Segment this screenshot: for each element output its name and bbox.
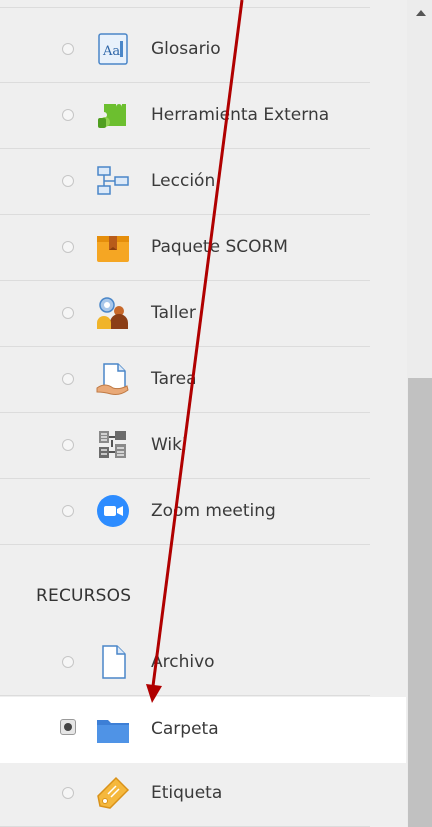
svg-text:Aa: Aa	[102, 44, 120, 59]
option-label: Lección	[151, 171, 216, 191]
file-icon	[102, 645, 126, 679]
wiki-icon	[99, 431, 126, 458]
resources-heading: RECURSOS	[36, 586, 132, 606]
radio-etiqueta[interactable]	[62, 787, 74, 799]
assignment-icon	[96, 363, 129, 395]
option-paquete-scorm[interactable]: Paquete SCORM	[0, 215, 370, 281]
option-label: Etiqueta	[151, 783, 223, 803]
option-carpeta[interactable]: Carpeta	[0, 697, 406, 763]
option-leccion[interactable]: Lección	[0, 149, 370, 215]
option-label: Taller	[151, 303, 196, 323]
scroll-up-arrow-icon[interactable]	[416, 10, 426, 16]
zoom-icon	[97, 495, 129, 527]
workshop-icon	[97, 297, 128, 329]
folder-icon	[97, 720, 129, 743]
option-archivo[interactable]: Archivo	[0, 630, 370, 696]
option-tarea[interactable]: Tarea	[0, 347, 370, 413]
option-glosario[interactable]: Aa Glosario	[0, 17, 370, 83]
option-label: Paquete SCORM	[151, 237, 288, 257]
radio-leccion[interactable]	[62, 175, 74, 187]
option-wiki[interactable]: Wiki	[0, 413, 370, 479]
option-label: Tarea	[151, 369, 197, 389]
list-top-divider	[0, 0, 370, 8]
label-tag-icon	[97, 776, 130, 809]
radio-herramienta-externa[interactable]	[62, 109, 74, 121]
radio-tarea[interactable]	[62, 373, 74, 385]
radio-zoom-meeting[interactable]	[62, 505, 74, 517]
option-herramienta-externa[interactable]: Herramienta Externa	[0, 83, 370, 149]
option-etiqueta[interactable]: Etiqueta	[0, 761, 370, 827]
option-label: Herramienta Externa	[151, 105, 330, 125]
radio-glosario[interactable]	[62, 43, 74, 55]
radio-taller[interactable]	[62, 307, 74, 319]
option-taller[interactable]: Taller	[0, 281, 370, 347]
option-label: Carpeta	[151, 719, 219, 739]
radio-paquete-scorm[interactable]	[62, 241, 74, 253]
option-label: Glosario	[151, 39, 221, 59]
glossary-icon: Aa	[98, 33, 128, 65]
option-label: Wiki	[151, 435, 187, 455]
option-label: Zoom meeting	[151, 501, 276, 521]
option-zoom-meeting[interactable]: Zoom meeting	[0, 479, 370, 545]
radio-archivo[interactable]	[62, 656, 74, 668]
radio-wiki[interactable]	[62, 439, 74, 451]
puzzle-icon	[98, 104, 126, 128]
scrollbar-thumb[interactable]	[408, 378, 432, 827]
option-label: Archivo	[151, 652, 215, 672]
scorm-package-icon	[97, 236, 129, 262]
lesson-icon	[97, 166, 129, 195]
radio-carpeta[interactable]	[60, 719, 76, 735]
vertical-scrollbar[interactable]	[407, 0, 432, 827]
activity-chooser-panel: Aa Glosario Herramienta Externa Lección	[0, 0, 406, 827]
